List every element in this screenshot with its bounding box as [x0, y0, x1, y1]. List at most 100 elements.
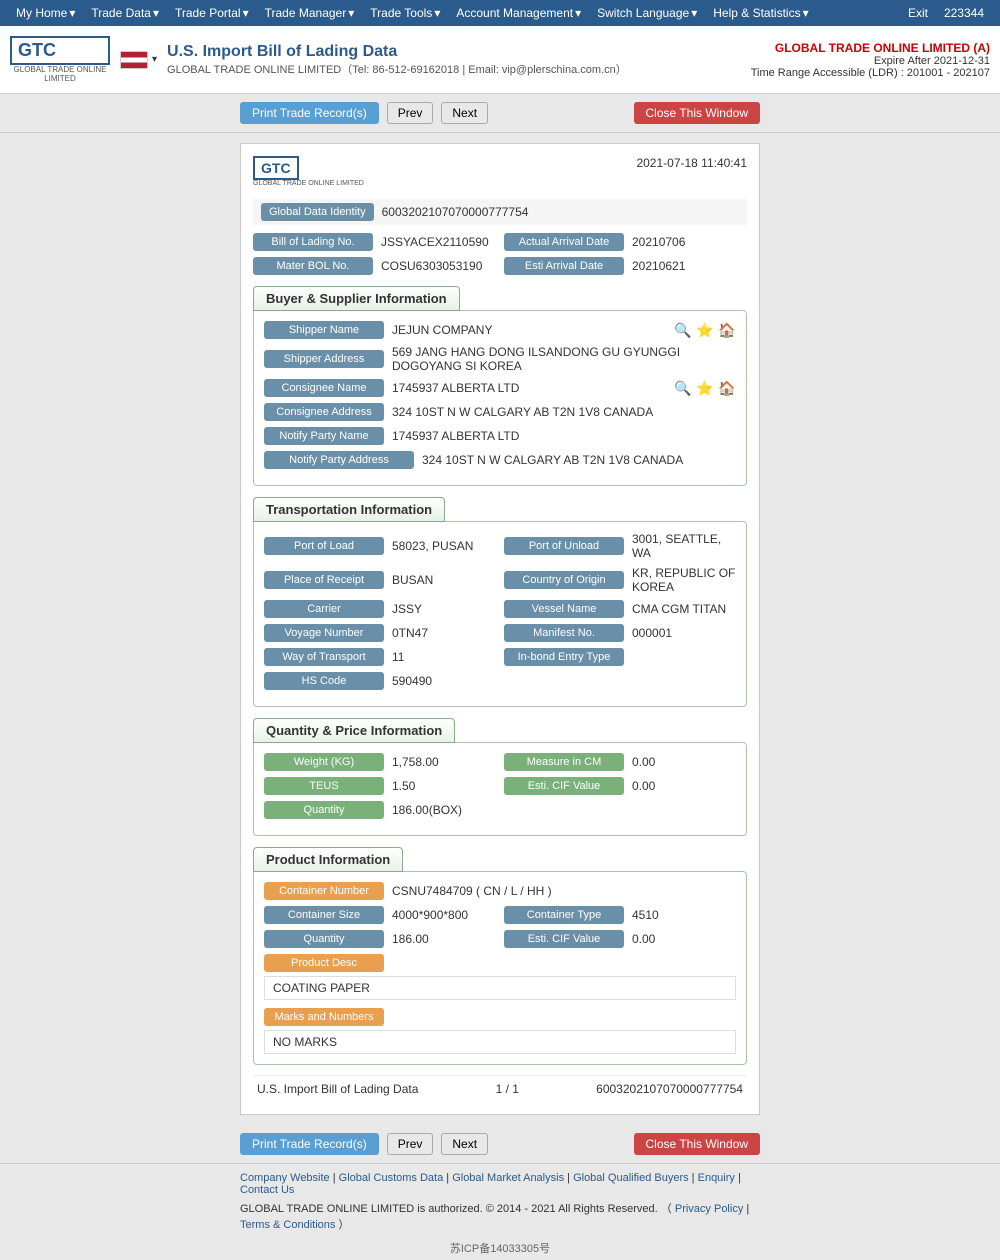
container-size-value: 4000*900*800	[392, 908, 496, 922]
prod-qty-cif-row: Quantity 186.00 Esti. CIF Value 0.00	[264, 930, 736, 948]
record-card: GTC GLOBAL TRADE ONLINE LIMITED 2021-07-…	[240, 143, 760, 1115]
shipper-name-label: Shipper Name	[264, 321, 384, 339]
country-origin-value: KR, REPUBLIC OF KOREA	[632, 566, 736, 594]
hscode-row: HS Code 590490	[264, 672, 736, 690]
nav-tradetools[interactable]: Trade Tools ▾	[362, 0, 448, 26]
vessel-value: CMA CGM TITAN	[632, 602, 736, 616]
notify-name-value: 1745937 ALBERTA LTD	[392, 429, 736, 443]
logo-subtitle: GLOBAL TRADE ONLINE LIMITED	[10, 65, 110, 83]
logo-area: GTC GLOBAL TRADE ONLINE LIMITED	[10, 36, 110, 83]
nav-trademanager[interactable]: Trade Manager ▾	[257, 0, 363, 26]
nav-myhome[interactable]: My Home ▾	[8, 0, 83, 26]
prod-qty-value: 186.00	[392, 932, 496, 946]
card-logo-sub: GLOBAL TRADE ONLINE LIMITED	[253, 180, 364, 187]
prod-desc-value: COATING PAPER	[264, 976, 736, 1000]
nav-tradedata[interactable]: Trade Data ▾	[83, 0, 167, 26]
carrier-label: Carrier	[264, 600, 384, 618]
container-size-type-row: Container Size 4000*900*800 Container Ty…	[264, 906, 736, 924]
manifest-label: Manifest No.	[504, 624, 624, 642]
consignee-address-value: 324 10ST N W CALGARY AB T2N 1V8 CANADA	[392, 405, 736, 419]
container-type-label: Container Type	[504, 906, 624, 924]
port-load-value: 58023, PUSAN	[392, 539, 496, 553]
weight-measure-row: Weight (KG) 1,758.00 Measure in CM 0.00	[264, 753, 736, 771]
card-timestamp: 2021-07-18 11:40:41	[636, 156, 747, 170]
home-icon[interactable]: 🏠	[718, 321, 736, 339]
footer-link-company[interactable]: Company Website	[240, 1172, 330, 1184]
footer-link-buyers[interactable]: Global Qualified Buyers	[573, 1172, 689, 1184]
next-button-bottom[interactable]: Next	[441, 1133, 488, 1155]
global-identity-label: Global Data Identity	[261, 203, 374, 221]
nav-tradeportal[interactable]: Trade Portal ▾	[167, 0, 257, 26]
footer-privacy-link[interactable]: Privacy Policy	[675, 1203, 743, 1215]
product-container: Container Number CSNU7484709 ( CN / L / …	[253, 871, 747, 1065]
print-button-top[interactable]: Print Trade Record(s)	[240, 102, 379, 124]
prod-desc-area: Product Desc	[264, 954, 736, 972]
page-title: U.S. Import Bill of Lading Data	[167, 43, 751, 61]
footer-links: Company Website | Global Customs Data | …	[240, 1172, 760, 1196]
consignee-name-value: 1745937 ALBERTA LTD	[392, 381, 658, 395]
card-footer: U.S. Import Bill of Lading Data 1 / 1 60…	[253, 1075, 747, 1102]
prod-cif-value: 0.00	[632, 932, 736, 946]
prev-button-top[interactable]: Prev	[387, 102, 434, 124]
footer-copyright: GLOBAL TRADE ONLINE LIMITED is authorize…	[240, 1203, 658, 1215]
measure-value: 0.00	[632, 755, 736, 769]
action-bar-bottom: Print Trade Record(s) Prev Next Close Th…	[0, 1125, 1000, 1164]
nav-accountmgmt[interactable]: Account Management ▾	[448, 0, 589, 26]
buyer-supplier-title: Buyer & Supplier Information	[253, 286, 460, 311]
footer-link-enquiry[interactable]: Enquiry	[698, 1172, 735, 1184]
footer-page-label: U.S. Import Bill of Lading Data	[257, 1082, 418, 1096]
flag-area: ▾	[120, 51, 157, 69]
footer-link-contact[interactable]: Contact Us	[240, 1184, 294, 1196]
notify-address-row: Notify Party Address 324 10ST N W CALGAR…	[264, 451, 736, 469]
nav-exit[interactable]: Exit	[900, 0, 936, 26]
footer-terms-link[interactable]: Terms & Conditions	[240, 1219, 335, 1231]
hscode-value: 590490	[392, 674, 496, 688]
hscode-label: HS Code	[264, 672, 384, 690]
esti-arrival-value: 20210621	[632, 259, 747, 273]
vessel-label: Vessel Name	[504, 600, 624, 618]
voyage-manifest-row: Voyage Number 0TN47 Manifest No. 000001	[264, 624, 736, 642]
flag-dropdown-icon[interactable]: ▾	[152, 54, 157, 65]
receipt-label: Place of Receipt	[264, 571, 384, 589]
quantity-title: Quantity & Price Information	[253, 718, 455, 743]
next-button-top[interactable]: Next	[441, 102, 488, 124]
way-transport-value: 11	[392, 650, 496, 664]
notify-name-label: Notify Party Name	[264, 427, 384, 445]
page-title-area: U.S. Import Bill of Lading Data GLOBAL T…	[167, 43, 751, 77]
card-logo-area: GTC GLOBAL TRADE ONLINE LIMITED	[253, 156, 364, 187]
search-icon[interactable]: 🔍	[674, 321, 692, 339]
nav-switchlang[interactable]: Switch Language ▾	[589, 0, 705, 26]
prev-button-bottom[interactable]: Prev	[387, 1133, 434, 1155]
shipper-address-value: 569 JANG HANG DONG ILSANDONG GU GYUNGGI …	[392, 345, 736, 373]
user-id: 223344	[936, 6, 992, 20]
actual-arrival-value: 20210706	[632, 235, 747, 249]
container-number-row: Container Number CSNU7484709 ( CN / L / …	[264, 882, 736, 900]
transportation-title: Transportation Information	[253, 497, 445, 522]
search-icon-2[interactable]: 🔍	[674, 379, 692, 397]
teus-cif-row: TEUS 1.50 Esti. CIF Value 0.00	[264, 777, 736, 795]
account-info: GLOBAL TRADE ONLINE LIMITED (A) Expire A…	[751, 41, 990, 79]
quantity-section: Quantity & Price Information Weight (KG)…	[253, 717, 747, 836]
marks-value: NO MARKS	[264, 1030, 736, 1054]
notify-name-row: Notify Party Name 1745937 ALBERTA LTD	[264, 427, 736, 445]
star-icon-2[interactable]: ⭐	[696, 379, 714, 397]
print-button-bottom[interactable]: Print Trade Record(s)	[240, 1133, 379, 1155]
weight-value: 1,758.00	[392, 755, 496, 769]
marks-label: Marks and Numbers	[264, 1008, 384, 1026]
home-icon-2[interactable]: 🏠	[718, 379, 736, 397]
consignee-address-row: Consignee Address 324 10ST N W CALGARY A…	[264, 403, 736, 421]
nav-helpstats[interactable]: Help & Statistics ▾	[705, 0, 816, 26]
voyage-value: 0TN47	[392, 626, 496, 640]
prod-qty-label: Quantity	[264, 930, 384, 948]
footer-link-customs[interactable]: Global Customs Data	[339, 1172, 444, 1184]
product-section: Product Information Container Number CSN…	[253, 846, 747, 1065]
bol-row: Bill of Lading No. JSSYACEX2110590 Actua…	[253, 233, 747, 251]
container-number-value: CSNU7484709 ( CN / L / HH )	[392, 884, 736, 898]
star-icon[interactable]: ⭐	[696, 321, 714, 339]
teus-value: 1.50	[392, 779, 496, 793]
footer-link-market[interactable]: Global Market Analysis	[452, 1172, 564, 1184]
close-button-bottom[interactable]: Close This Window	[634, 1133, 760, 1155]
page-footer: Company Website | Global Customs Data | …	[0, 1164, 1000, 1236]
close-button-top[interactable]: Close This Window	[634, 102, 760, 124]
notify-address-value: 324 10ST N W CALGARY AB T2N 1V8 CANADA	[422, 453, 736, 467]
